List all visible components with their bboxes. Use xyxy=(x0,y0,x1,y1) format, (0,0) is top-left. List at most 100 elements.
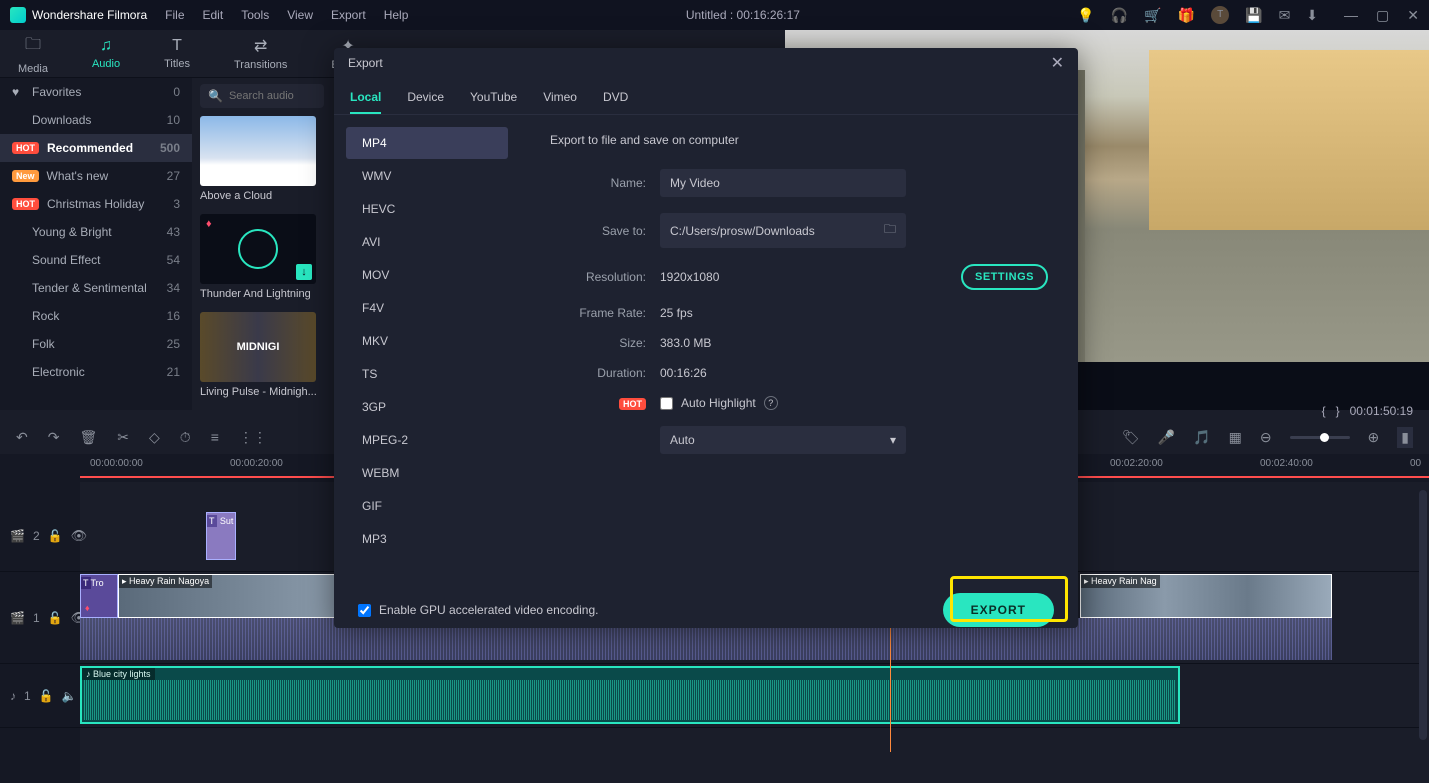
mixer-icon[interactable]: 🎵 xyxy=(1193,429,1210,446)
minimize-button[interactable]: — xyxy=(1344,7,1358,24)
auto-highlight-checkbox[interactable] xyxy=(660,397,673,410)
grid-icon[interactable]: ▦ xyxy=(1229,429,1242,446)
cat-tender[interactable]: Tender & Sentimental34 xyxy=(0,274,192,302)
redo-icon[interactable]: ↷ xyxy=(48,429,60,446)
format-3gp[interactable]: 3GP xyxy=(346,391,508,423)
export-tab-dvd[interactable]: DVD xyxy=(603,86,628,114)
cat-recommended[interactable]: HOTRecommended500 xyxy=(0,134,192,162)
name-input[interactable] xyxy=(660,169,906,197)
menu-file[interactable]: File xyxy=(165,8,184,22)
zoom-in-icon[interactable]: ⊕ xyxy=(1368,429,1380,446)
format-mkv[interactable]: MKV xyxy=(346,325,508,357)
tab-media[interactable]: 🗀Media xyxy=(18,33,48,75)
format-mp3[interactable]: MP3 xyxy=(346,523,508,555)
format-mpeg2[interactable]: MPEG-2 xyxy=(346,424,508,456)
color-icon[interactable]: ⋮⋮ xyxy=(239,429,267,446)
export-tab-vimeo[interactable]: Vimeo xyxy=(543,86,577,114)
track-header-t2[interactable]: 🎬2 🔓 👁 xyxy=(0,500,80,572)
export-tab-device[interactable]: Device xyxy=(407,86,444,114)
cart-icon[interactable]: 🛒 xyxy=(1144,7,1161,24)
track-icon: 🎬 xyxy=(10,529,25,543)
track-header-t1[interactable]: 🎬1 🔓 👁 xyxy=(0,572,80,664)
saveto-path[interactable]: C:/Users/prosw/Downloads🗀 xyxy=(660,213,906,248)
close-button[interactable]: ✕ xyxy=(1407,7,1419,24)
gpu-check[interactable]: Enable GPU accelerated video encoding. xyxy=(358,603,598,617)
delete-icon[interactable]: 🗑 xyxy=(79,429,97,446)
audio-item-living-pulse[interactable]: MIDNIGI xyxy=(200,312,316,382)
tab-transitions[interactable]: ⇄Transitions xyxy=(234,36,287,71)
export-tab-youtube[interactable]: YouTube xyxy=(470,86,517,114)
zoom-slider[interactable] xyxy=(1290,436,1350,439)
menu-export[interactable]: Export xyxy=(331,8,366,22)
audio-item-thunder[interactable]: ♦↓ xyxy=(200,214,316,284)
cat-folk[interactable]: Folk25 xyxy=(0,330,192,358)
menu-view[interactable]: View xyxy=(287,8,313,22)
cat-downloads[interactable]: Downloads10 xyxy=(0,106,192,134)
settings-button[interactable]: SETTINGS xyxy=(961,264,1048,290)
user-avatar[interactable]: T xyxy=(1211,6,1229,24)
gpu-checkbox[interactable] xyxy=(358,604,371,617)
transition-clip[interactable]: TTro♦ xyxy=(80,574,118,618)
timeline-scrollbar[interactable] xyxy=(1419,490,1427,740)
cat-young[interactable]: Young & Bright43 xyxy=(0,218,192,246)
export-button[interactable]: EXPORT xyxy=(943,593,1054,627)
headphones-icon[interactable]: 🎧 xyxy=(1111,7,1128,24)
search-input-wrapper[interactable]: 🔍 xyxy=(200,84,324,108)
mic-icon[interactable]: 🎤 xyxy=(1158,429,1175,446)
save-icon[interactable]: 💾 xyxy=(1245,7,1262,24)
cat-christmas[interactable]: HOTChristmas Holiday3 xyxy=(0,190,192,218)
title-clip[interactable]: T Sut xyxy=(206,512,236,560)
tab-titles[interactable]: TTitles xyxy=(164,37,190,70)
format-wmv[interactable]: WMV xyxy=(346,160,508,192)
gift-icon[interactable]: 🎁 xyxy=(1178,7,1195,24)
lightbulb-icon[interactable]: 💡 xyxy=(1077,7,1094,24)
format-avi[interactable]: AVI xyxy=(346,226,508,258)
crop-icon[interactable]: ◇ xyxy=(149,429,160,446)
diamond-icon: ♦ xyxy=(206,218,212,230)
cut-icon[interactable]: ✂ xyxy=(117,429,129,446)
cat-whatsnew[interactable]: NewWhat's new27 xyxy=(0,162,192,190)
lock-icon[interactable]: 🔓 xyxy=(48,529,63,543)
audio-item-above-a-cloud[interactable] xyxy=(200,116,316,186)
format-ts[interactable]: TS xyxy=(346,358,508,390)
menu-edit[interactable]: Edit xyxy=(203,8,224,22)
speed-icon[interactable]: ⏱ xyxy=(180,429,191,446)
track-audio[interactable]: ♪ Blue city lights xyxy=(80,664,1419,728)
help-icon[interactable]: ? xyxy=(764,396,778,410)
format-f4v[interactable]: F4V xyxy=(346,292,508,324)
fit-icon[interactable]: ▮ xyxy=(1397,427,1413,448)
video-clip-2[interactable]: ▸ Heavy Rain Nag xyxy=(1080,574,1332,618)
cat-soundeffect[interactable]: Sound Effect54 xyxy=(0,246,192,274)
cat-rock[interactable]: Rock16 xyxy=(0,302,192,330)
sliders-icon[interactable]: ≡ xyxy=(211,429,219,445)
close-icon[interactable]: ✕ xyxy=(1051,53,1064,73)
cat-electronic[interactable]: Electronic21 xyxy=(0,358,192,386)
lock-icon[interactable]: 🔓 xyxy=(48,611,63,625)
menu-help[interactable]: Help xyxy=(384,8,409,22)
marker-icon[interactable]: 🏷 xyxy=(1122,429,1140,446)
menu-tools[interactable]: Tools xyxy=(241,8,269,22)
export-dialog: Export ✕ Local Device YouTube Vimeo DVD … xyxy=(334,48,1078,628)
format-webm[interactable]: WEBM xyxy=(346,457,508,489)
export-tab-local[interactable]: Local xyxy=(350,86,381,114)
bracket-icon[interactable]: { } xyxy=(1322,404,1340,418)
zoom-out-icon[interactable]: ⊖ xyxy=(1260,429,1272,446)
undo-icon[interactable]: ↶ xyxy=(16,429,28,446)
audio-clip[interactable]: ♪ Blue city lights xyxy=(80,666,1180,724)
format-mov[interactable]: MOV xyxy=(346,259,508,291)
auto-highlight-check[interactable]: Auto Highlight ? xyxy=(660,396,778,410)
maximize-button[interactable]: ▢ xyxy=(1376,7,1389,24)
auto-select[interactable]: Auto▾ xyxy=(660,426,906,454)
speaker-icon[interactable]: 🔈 xyxy=(62,689,77,703)
track-header-a1[interactable]: ♪1 🔓 🔈 xyxy=(0,664,80,728)
download-icon[interactable]: ↓ xyxy=(296,264,312,280)
tab-audio[interactable]: ♫Audio xyxy=(92,37,120,70)
lock-icon[interactable]: 🔓 xyxy=(39,689,54,703)
format-hevc[interactable]: HEVC xyxy=(346,193,508,225)
download-icon[interactable]: ⬇ xyxy=(1306,7,1318,24)
format-mp4[interactable]: MP4 xyxy=(346,127,508,159)
folder-icon[interactable]: 🗀 xyxy=(884,220,896,241)
message-icon[interactable]: ✉ xyxy=(1279,7,1291,24)
cat-favorites[interactable]: ♥Favorites0 xyxy=(0,78,192,106)
format-gif[interactable]: GIF xyxy=(346,490,508,522)
